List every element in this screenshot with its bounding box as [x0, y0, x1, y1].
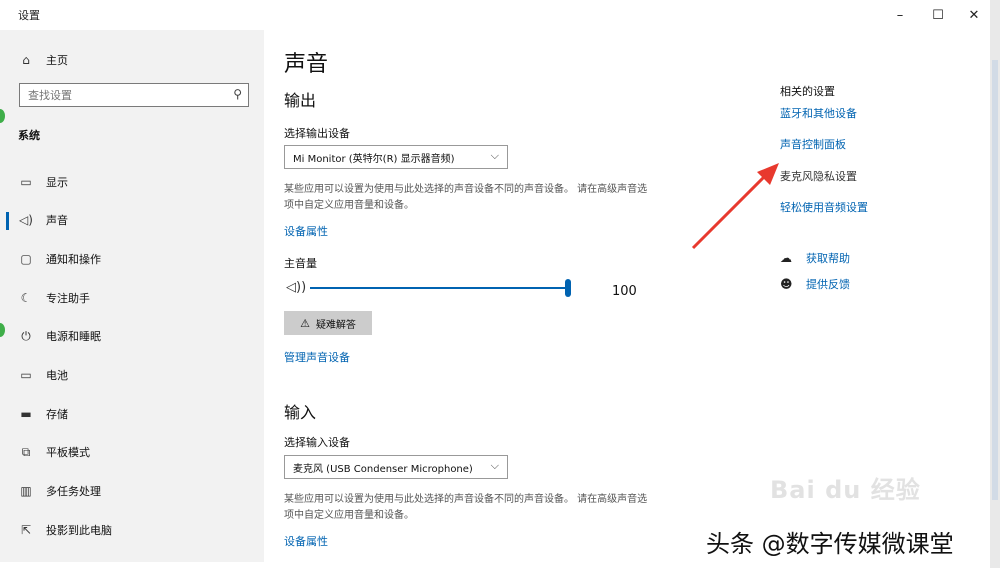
arrow-shaft	[691, 174, 767, 250]
baidu-watermark: Bai du 经验	[770, 476, 921, 504]
caption-text: 头条 @数字传媒微课堂	[706, 530, 954, 558]
